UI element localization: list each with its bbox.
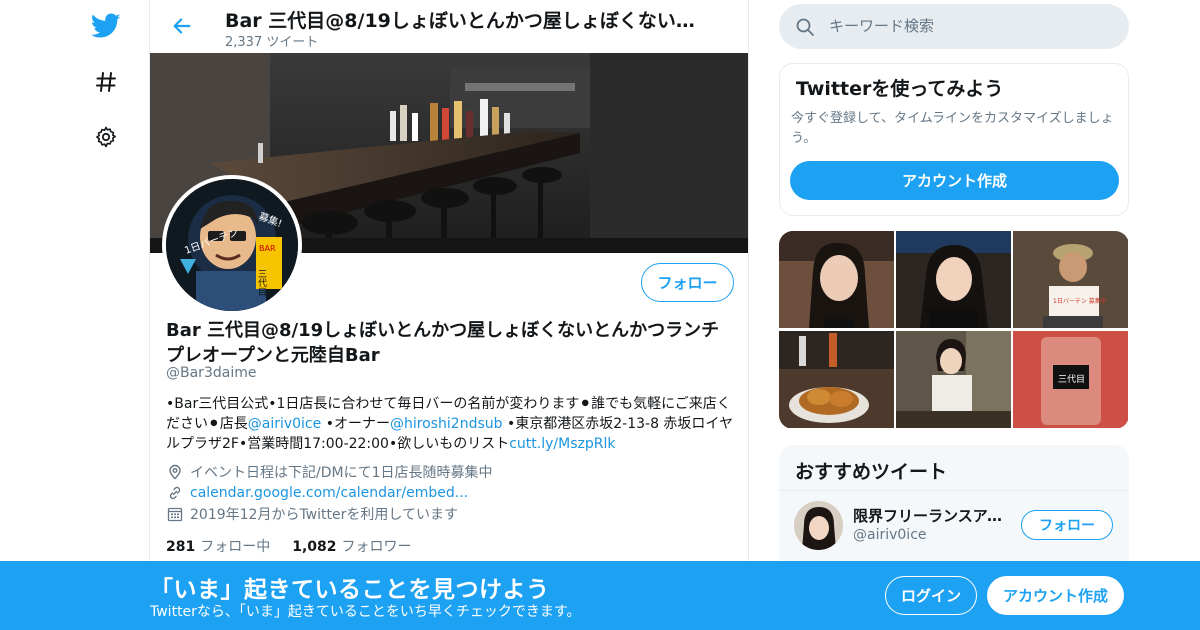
profile-joined: 2019年12月からTwitterを利用しています [166, 504, 458, 524]
twitter-home-link[interactable] [86, 6, 126, 46]
profile-column: Bar 三代目@8/19しょぼいとんかつ屋しょぼくない... 2,337 ツイー… [149, 0, 749, 630]
bio-link-owner[interactable]: @hiroshi2ndsub [390, 416, 503, 432]
profile-website: calendar.google.com/calendar/embed... [166, 483, 468, 503]
profile-location: イベント日程は下記/DMにて1日店長随時募集中 [166, 462, 492, 482]
photo-food [779, 331, 894, 428]
profile-bio: •Bar三代目公式•1日店長に合わせて毎日バーの名前が変わります⚫誰でも気軽にご… [166, 394, 736, 454]
svg-text:三代目: 三代目 [256, 269, 267, 296]
gear-icon [96, 126, 116, 148]
bottom-bar-title: 「いま」起きていることを見つけよう [150, 577, 550, 603]
recommended-user-handle: @airiv0ice [853, 527, 927, 543]
hashtag-icon [96, 72, 116, 92]
profile-stats: 281 フォロー中 1,082 フォロワー [166, 536, 412, 556]
twitter-bird-icon [91, 13, 121, 38]
search-box [779, 4, 1129, 49]
arrow-left-icon [173, 18, 191, 34]
recommended-tweets: おすすめツイート 限界フリーランスアイリ @airiv0ice フォロー [779, 445, 1129, 565]
recommended-avatar[interactable] [794, 501, 843, 550]
followers-count: 1,082 [292, 539, 337, 555]
back-button[interactable] [166, 10, 198, 42]
signup-card-title: Twitterを使ってみよう [796, 78, 1004, 100]
search-input[interactable] [829, 14, 1109, 38]
recommended-title: おすすめツイート [795, 461, 948, 483]
signup-button[interactable]: アカウント作成 [987, 576, 1124, 615]
signup-card-description: 今すぐ登録して、タイムラインをカスタマイズしましょう。 [791, 111, 1114, 146]
tweet-count: 2,337 ツイート [225, 35, 319, 50]
svg-text:BAR: BAR [259, 244, 276, 253]
recommended-user-name[interactable]: 限界フリーランスアイリ [853, 505, 1003, 526]
svg-text:1日バーテン 募集中: 1日バーテン 募集中 [1053, 297, 1107, 305]
media-tile[interactable] [896, 231, 1011, 328]
photo-man-sign: 1日バーテン 募集中 [1013, 231, 1128, 328]
photo-woman-bar [896, 231, 1011, 328]
photo-woman-counter [896, 331, 1011, 428]
profile-name: Bar 三代目@8/19しょぼいとんかつ屋しょぼくないとんかつランチプレオープン… [166, 320, 720, 366]
recommended-avatar-photo [794, 501, 843, 550]
link-icon [166, 484, 184, 502]
header-title: Bar 三代目@8/19しょぼいとんかつ屋しょぼくない... [225, 10, 695, 32]
bio-text: •オーナー [321, 416, 390, 432]
recommended-user-row[interactable]: 限界フリーランスアイリ @airiv0ice フォロー [779, 490, 1129, 565]
explore-link[interactable] [86, 62, 126, 102]
avatar-illustration: 1日バーテン 募集! BAR 三代目 [166, 179, 298, 311]
settings-link[interactable] [86, 117, 126, 157]
media-tile[interactable] [779, 331, 894, 428]
media-tile[interactable] [896, 331, 1011, 428]
svg-text:三代目: 三代目 [1058, 374, 1085, 385]
photo-glass-logo: 三代目 [1013, 331, 1128, 428]
bio-link-manager[interactable]: @airiv0ice [248, 416, 322, 432]
signup-card: Twitterを使ってみよう 今すぐ登録して、タイムラインをカスタマイズしましょ… [779, 63, 1129, 216]
following-count: 281 [166, 539, 196, 555]
page: Bar 三代目@8/19しょぼいとんかつ屋しょぼくない... 2,337 ツイー… [0, 0, 1200, 630]
followers-stat[interactable]: 1,082 フォロワー [292, 536, 411, 556]
create-account-button[interactable]: アカウント作成 [790, 161, 1119, 200]
followers-label: フォロワー [341, 539, 412, 555]
location-text: イベント日程は下記/DMにて1日店長随時募集中 [190, 465, 493, 481]
media-grid: 1日バーテン 募集中 三代目 [779, 231, 1129, 429]
login-button[interactable]: ログイン [885, 576, 977, 615]
follow-button[interactable]: フォロー [641, 263, 734, 302]
media-tile[interactable] [779, 231, 894, 328]
following-stat[interactable]: 281 フォロー中 [166, 536, 270, 556]
media-tile[interactable]: 1日バーテン 募集中 [1013, 231, 1128, 328]
bio-link-wishlist[interactable]: cutt.ly/MszpRlk [509, 436, 615, 452]
profile-handle: @Bar3daime [166, 365, 257, 381]
bottom-bar-subtitle: Twitterなら、「いま」起きていることをいち早くチェックできます。 [150, 604, 581, 620]
media-tile[interactable]: 三代目 [1013, 331, 1128, 428]
following-label: フォロー中 [200, 539, 271, 555]
joined-text: 2019年12月からTwitterを利用しています [190, 507, 458, 523]
photo-woman-glasses [779, 231, 894, 328]
bottom-signup-bar: 「いま」起きていることを見つけよう Twitterなら、「いま」起きていることを… [0, 561, 1200, 630]
search-icon [796, 18, 814, 36]
website-link[interactable]: calendar.google.com/calendar/embed... [190, 485, 468, 501]
location-pin-icon [166, 463, 184, 481]
calendar-icon [166, 505, 184, 523]
recommended-follow-button[interactable]: フォロー [1021, 510, 1113, 540]
profile-avatar[interactable]: 1日バーテン 募集! BAR 三代目 [162, 175, 302, 315]
profile-header-bar: Bar 三代目@8/19しょぼいとんかつ屋しょぼくない... 2,337 ツイー… [150, 0, 748, 53]
